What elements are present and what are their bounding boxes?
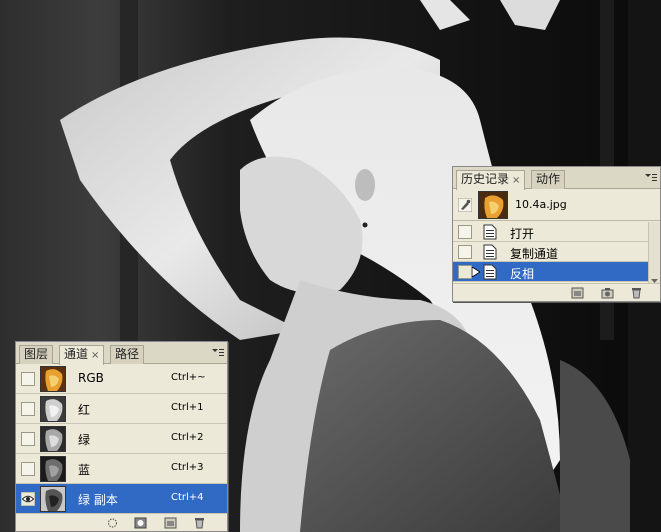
channel-shortcut: Ctrl+1 — [171, 402, 204, 413]
visibility-toggle[interactable] — [21, 462, 35, 476]
photoshop-workspace: 历史记录 × 动作 10.4a.jpg 打开 复制通道 反相 图层 通道 × 路… — [0, 0, 661, 532]
tab-actions[interactable]: 动作 — [531, 170, 566, 189]
tab-history[interactable]: 历史记录 × — [456, 170, 526, 190]
trash-icon[interactable] — [193, 517, 206, 529]
history-footer — [453, 283, 660, 301]
trash-icon[interactable] — [630, 287, 643, 299]
channels-panel: 图层 通道 × 路径 RGB Ctrl+~ 红 Ctrl+1 绿 Ctrl+2 … — [15, 341, 228, 532]
visibility-toggle[interactable] — [21, 432, 35, 446]
tab-layers[interactable]: 图层 — [19, 345, 54, 364]
history-state-icon — [483, 264, 497, 280]
history-snapshot[interactable]: 10.4a.jpg — [453, 189, 660, 221]
channel-name: 蓝 — [78, 463, 91, 477]
close-icon[interactable]: × — [512, 175, 520, 186]
channels-tabbar: 图层 通道 × 路径 — [16, 342, 227, 365]
history-step-label: 反相 — [510, 267, 535, 281]
visibility-toggle[interactable] — [21, 372, 35, 386]
channel-thumbnail — [40, 396, 66, 422]
tab-actions-label: 动作 — [536, 172, 561, 186]
tab-channels-label: 通道 — [64, 347, 89, 361]
history-source-box[interactable] — [458, 265, 472, 279]
history-step-label: 复制通道 — [510, 247, 559, 261]
channel-name: RGB — [78, 371, 104, 385]
channel-shortcut: Ctrl+3 — [171, 462, 204, 473]
visibility-toggle[interactable] — [21, 402, 35, 416]
channel-thumbnail — [40, 456, 66, 482]
new-document-icon[interactable] — [571, 287, 584, 299]
channel-thumbnail — [40, 366, 66, 392]
load-selection-icon[interactable] — [106, 517, 119, 529]
tab-history-label: 历史记录 — [461, 172, 510, 186]
new-channel-icon[interactable] — [164, 517, 177, 529]
close-icon[interactable]: × — [91, 350, 99, 361]
tab-paths[interactable]: 路径 — [110, 345, 145, 364]
history-step[interactable]: 复制通道 — [453, 242, 648, 262]
history-step-selected[interactable]: 反相 — [453, 262, 648, 282]
history-step[interactable]: 打开 — [453, 222, 648, 242]
camera-snapshot-icon[interactable] — [601, 287, 614, 299]
panel-menu-icon[interactable] — [645, 173, 657, 183]
channel-row-green[interactable]: 绿 Ctrl+2 — [16, 424, 227, 454]
channel-row-blue[interactable]: 蓝 Ctrl+3 — [16, 454, 227, 484]
history-source-box[interactable] — [458, 225, 472, 239]
channel-name: 绿 副本 — [78, 493, 118, 507]
tab-layers-label: 图层 — [24, 347, 49, 361]
history-state-icon — [483, 244, 497, 260]
channel-row-red[interactable]: 红 Ctrl+1 — [16, 394, 227, 424]
channel-row-rgb[interactable]: RGB Ctrl+~ — [16, 364, 227, 394]
snapshot-name: 10.4a.jpg — [515, 198, 567, 211]
channel-shortcut: Ctrl+2 — [171, 432, 204, 443]
channel-thumbnail — [40, 426, 66, 452]
history-brush-icon[interactable] — [457, 197, 473, 213]
channel-thumbnail — [40, 486, 66, 512]
history-state-icon — [483, 224, 497, 240]
history-scrollbar[interactable] — [648, 222, 660, 284]
channels-footer — [16, 513, 227, 531]
history-tabbar: 历史记录 × 动作 — [453, 167, 660, 190]
channel-row-green-copy[interactable]: 绿 副本 Ctrl+4 — [16, 484, 227, 514]
eye-icon[interactable] — [21, 492, 35, 506]
tab-paths-label: 路径 — [115, 347, 140, 361]
channel-name: 绿 — [78, 433, 91, 447]
save-selection-icon[interactable] — [134, 517, 147, 529]
visibility-toggle[interactable] — [21, 492, 35, 506]
history-panel: 历史记录 × 动作 10.4a.jpg 打开 复制通道 反相 — [452, 166, 661, 302]
snapshot-thumbnail — [478, 191, 508, 219]
channel-shortcut: Ctrl+~ — [171, 372, 206, 383]
tab-channels[interactable]: 通道 × — [59, 345, 105, 365]
history-source-box[interactable] — [458, 245, 472, 259]
history-step-label: 打开 — [510, 227, 535, 241]
history-current-marker-icon[interactable] — [471, 266, 481, 278]
channel-shortcut: Ctrl+4 — [171, 492, 204, 503]
panel-menu-icon[interactable] — [212, 348, 224, 358]
channel-name: 红 — [78, 403, 91, 417]
